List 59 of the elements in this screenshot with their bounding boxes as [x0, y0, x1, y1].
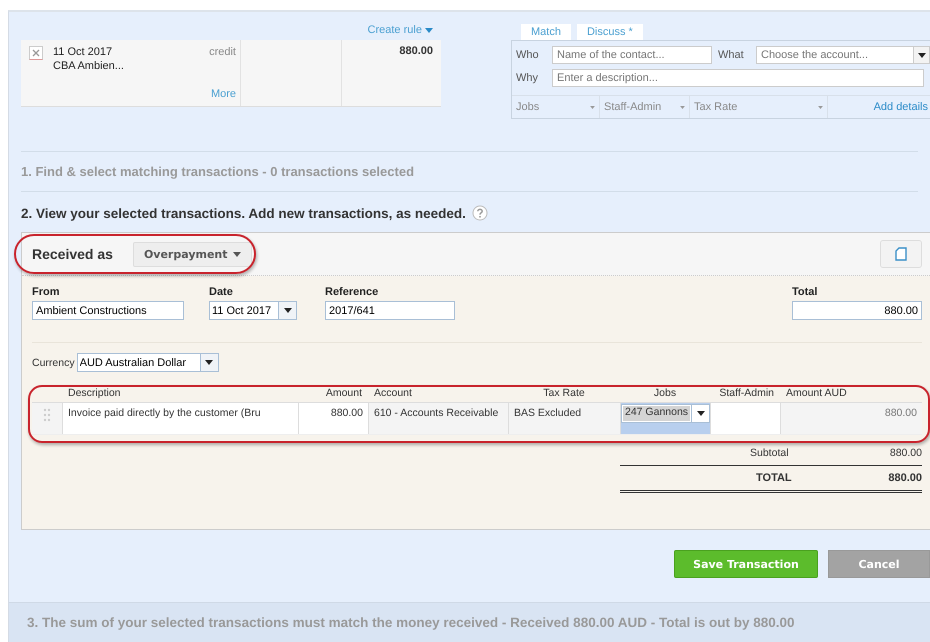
statement-amount: 880.00: [399, 45, 433, 57]
currency-field[interactable]: AUD Australian Dollar: [76, 353, 201, 372]
field-label: Currency: [32, 356, 75, 368]
field-label: Who: [516, 49, 540, 61]
column-header: Account: [373, 387, 413, 399]
document-icon: [895, 247, 907, 261]
column-header: Amount AUD: [785, 387, 848, 399]
received-as-label: Received as: [32, 246, 113, 262]
dropdown-button[interactable]: [200, 353, 219, 372]
statement-type: credit: [209, 46, 236, 58]
column-header: Staff-Admin: [718, 387, 775, 399]
caret-icon: [918, 52, 926, 58]
column-header: Tax Rate: [542, 387, 586, 399]
account-field[interactable]: Choose the account...: [756, 46, 914, 64]
caret-icon: [232, 252, 241, 256]
column-header: Description: [67, 387, 122, 399]
table-cell: 880.00: [780, 403, 922, 434]
step-heading: 2. View your selected transactions. Add new transactions, as needed.: [21, 206, 466, 220]
subtotal-value: 880.00: [890, 447, 922, 459]
contact-field[interactable]: Name of the contact...: [552, 46, 712, 64]
column-header: Amount: [324, 387, 363, 399]
field-label: Total: [792, 286, 818, 298]
date-field[interactable]: 11 Oct 2017: [209, 301, 279, 320]
total-value: 880.00: [888, 472, 922, 484]
caret-icon: [680, 106, 685, 108]
field-label: Date: [209, 286, 234, 298]
description-field[interactable]: Enter a description...: [552, 69, 924, 87]
add-details-link[interactable]: Add details: [874, 101, 930, 113]
received-as-dropdown[interactable]: Overpayment: [132, 242, 252, 266]
caret-icon: [590, 106, 595, 108]
column-header: Jobs: [652, 387, 678, 399]
jobs-dropdown[interactable]: 247 Gannons: [621, 404, 710, 423]
document-button[interactable]: [880, 240, 922, 268]
subtotal-label: Subtotal: [750, 447, 789, 459]
step-heading: 3. The sum of your selected transactions must match the money received - Received 880.00 AUD - Total is out by 880.00: [9, 602, 930, 642]
field-label: From: [32, 286, 60, 298]
total-field[interactable]: 880.00: [792, 301, 922, 320]
table-cell[interactable]: [710, 403, 780, 434]
dropdown-button[interactable]: [279, 301, 297, 320]
caret-icon: [205, 360, 214, 365]
caret-icon: [425, 28, 433, 33]
field-label: Why: [516, 72, 539, 84]
caret-icon: [284, 308, 292, 313]
statement-payee: CBA Ambien...: [53, 60, 125, 72]
step-heading: 1. Find & select matching transactions - 0 transactions selected: [21, 151, 918, 192]
table-cell[interactable]: 610 - Accounts Receivable: [368, 403, 508, 434]
close-icon[interactable]: [29, 46, 43, 60]
total-label: TOTAL: [756, 472, 792, 484]
caret-icon: [696, 411, 705, 416]
from-field[interactable]: Ambient Constructions: [32, 301, 184, 320]
table-cell[interactable]: 880.00: [298, 403, 368, 434]
field-label: Reference: [325, 286, 380, 298]
field-label: What: [718, 49, 745, 61]
help-icon[interactable]: [472, 205, 488, 221]
table-cell[interactable]: Invoice paid directly by the customer (Bru: [62, 403, 298, 434]
statement-date: 11 Oct 2017: [53, 46, 114, 58]
caret-icon: [818, 106, 823, 108]
dropdown-button[interactable]: [914, 46, 930, 64]
reference-field[interactable]: 2017/641: [325, 301, 455, 320]
